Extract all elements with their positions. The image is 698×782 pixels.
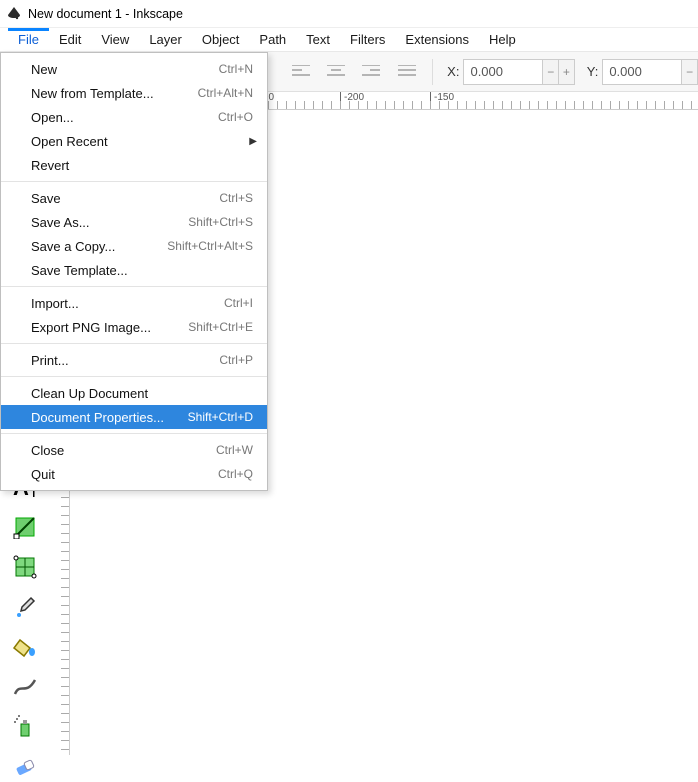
menu-item-accelerator: Ctrl+Q <box>218 467 253 481</box>
menu-help[interactable]: Help <box>479 28 526 51</box>
menu-item-new[interactable]: NewCtrl+N <box>1 57 267 81</box>
window-title: New document 1 - Inkscape <box>28 7 183 21</box>
menu-item-label: Open... <box>31 110 218 125</box>
menu-item-close[interactable]: CloseCtrl+W <box>1 438 267 462</box>
menu-path[interactable]: Path <box>249 28 296 51</box>
menu-item-accelerator: Ctrl+Alt+N <box>198 86 253 100</box>
y-coordinate-input[interactable] <box>602 59 682 85</box>
menu-item-label: Close <box>31 443 216 458</box>
inkscape-logo-icon <box>6 6 22 22</box>
menu-item-accelerator: Ctrl+O <box>218 110 253 124</box>
menu-filters[interactable]: Filters <box>340 28 395 51</box>
menu-divider <box>1 286 267 287</box>
eraser-tool-icon[interactable] <box>8 752 42 782</box>
menu-item-accelerator: Shift+Ctrl+E <box>188 320 253 334</box>
y-label: Y: <box>587 64 599 79</box>
gradient-tool-icon[interactable] <box>8 512 42 542</box>
menu-item-save-a-copy[interactable]: Save a Copy...Shift+Ctrl+Alt+S <box>1 234 267 258</box>
x-increment-button[interactable]: + <box>559 59 575 85</box>
menu-divider <box>1 433 267 434</box>
menu-item-label: Revert <box>31 158 253 173</box>
menu-item-print[interactable]: Print...Ctrl+P <box>1 348 267 372</box>
menu-item-save[interactable]: SaveCtrl+S <box>1 186 267 210</box>
menu-item-clean-up-document[interactable]: Clean Up Document <box>1 381 267 405</box>
menu-item-label: Import... <box>31 296 224 311</box>
menu-item-label: Quit <box>31 467 218 482</box>
submenu-arrow-icon: ▶ <box>249 136 257 147</box>
menu-item-open-recent[interactable]: Open Recent▶ <box>1 129 267 153</box>
title-bar: New document 1 - Inkscape <box>0 0 698 28</box>
menu-item-label: Open Recent <box>31 134 253 149</box>
menu-extensions[interactable]: Extensions <box>395 28 479 51</box>
menu-item-accelerator: Shift+Ctrl+Alt+S <box>167 239 253 253</box>
menu-item-label: New from Template... <box>31 86 198 101</box>
menu-item-revert[interactable]: Revert <box>1 153 267 177</box>
menu-item-accelerator: Ctrl+N <box>219 62 253 76</box>
menu-item-accelerator: Shift+Ctrl+S <box>188 215 253 229</box>
x-coordinate-input[interactable] <box>463 59 543 85</box>
file-menu-dropdown: NewCtrl+NNew from Template...Ctrl+Alt+NO… <box>0 52 268 491</box>
menu-item-label: Save Template... <box>31 263 253 278</box>
menu-item-accelerator: Ctrl+I <box>224 296 253 310</box>
menu-layer[interactable]: Layer <box>139 28 192 51</box>
align-justify-icon[interactable] <box>393 58 420 86</box>
menu-file[interactable]: File <box>8 28 49 51</box>
menu-item-label: Clean Up Document <box>31 386 253 401</box>
align-left-icon[interactable] <box>287 58 314 86</box>
toolbar-separator <box>432 59 433 85</box>
menu-edit[interactable]: Edit <box>49 28 91 51</box>
menu-bar: FileEditViewLayerObjectPathTextFiltersEx… <box>0 28 698 52</box>
dropper-tool-icon[interactable] <box>8 592 42 622</box>
menu-item-quit[interactable]: QuitCtrl+Q <box>1 462 267 486</box>
paint-bucket-tool-icon[interactable] <box>8 632 42 662</box>
menu-item-label: Export PNG Image... <box>31 320 188 335</box>
align-center-icon[interactable] <box>322 58 349 86</box>
x-decrement-button[interactable]: − <box>543 59 559 85</box>
menu-divider <box>1 181 267 182</box>
menu-item-label: Save a Copy... <box>31 239 167 254</box>
menu-item-accelerator: Shift+Ctrl+D <box>188 410 253 424</box>
menu-item-accelerator: Ctrl+W <box>216 443 253 457</box>
menu-item-save-template[interactable]: Save Template... <box>1 258 267 282</box>
menu-item-document-properties[interactable]: Document Properties...Shift+Ctrl+D <box>1 405 267 429</box>
menu-item-export-png-image[interactable]: Export PNG Image...Shift+Ctrl+E <box>1 315 267 339</box>
menu-item-label: New <box>31 62 219 77</box>
menu-item-import[interactable]: Import...Ctrl+I <box>1 291 267 315</box>
tweak-tool-icon[interactable] <box>8 672 42 702</box>
menu-item-accelerator: Ctrl+P <box>219 353 253 367</box>
menu-item-label: Document Properties... <box>31 410 188 425</box>
align-right-icon[interactable] <box>358 58 385 86</box>
menu-item-open[interactable]: Open...Ctrl+O <box>1 105 267 129</box>
menu-text[interactable]: Text <box>296 28 340 51</box>
menu-divider <box>1 343 267 344</box>
menu-item-new-from-template[interactable]: New from Template...Ctrl+Alt+N <box>1 81 267 105</box>
menu-item-save-as[interactable]: Save As...Shift+Ctrl+S <box>1 210 267 234</box>
menu-item-accelerator: Ctrl+S <box>219 191 253 205</box>
menu-object[interactable]: Object <box>192 28 250 51</box>
x-label: X: <box>447 64 459 79</box>
y-decrement-button[interactable]: − <box>682 59 698 85</box>
menu-view[interactable]: View <box>91 28 139 51</box>
menu-divider <box>1 376 267 377</box>
menu-item-label: Print... <box>31 353 219 368</box>
spray-tool-icon[interactable] <box>8 712 42 742</box>
menu-item-label: Save <box>31 191 219 206</box>
menu-item-label: Save As... <box>31 215 188 230</box>
mesh-tool-icon[interactable] <box>8 552 42 582</box>
